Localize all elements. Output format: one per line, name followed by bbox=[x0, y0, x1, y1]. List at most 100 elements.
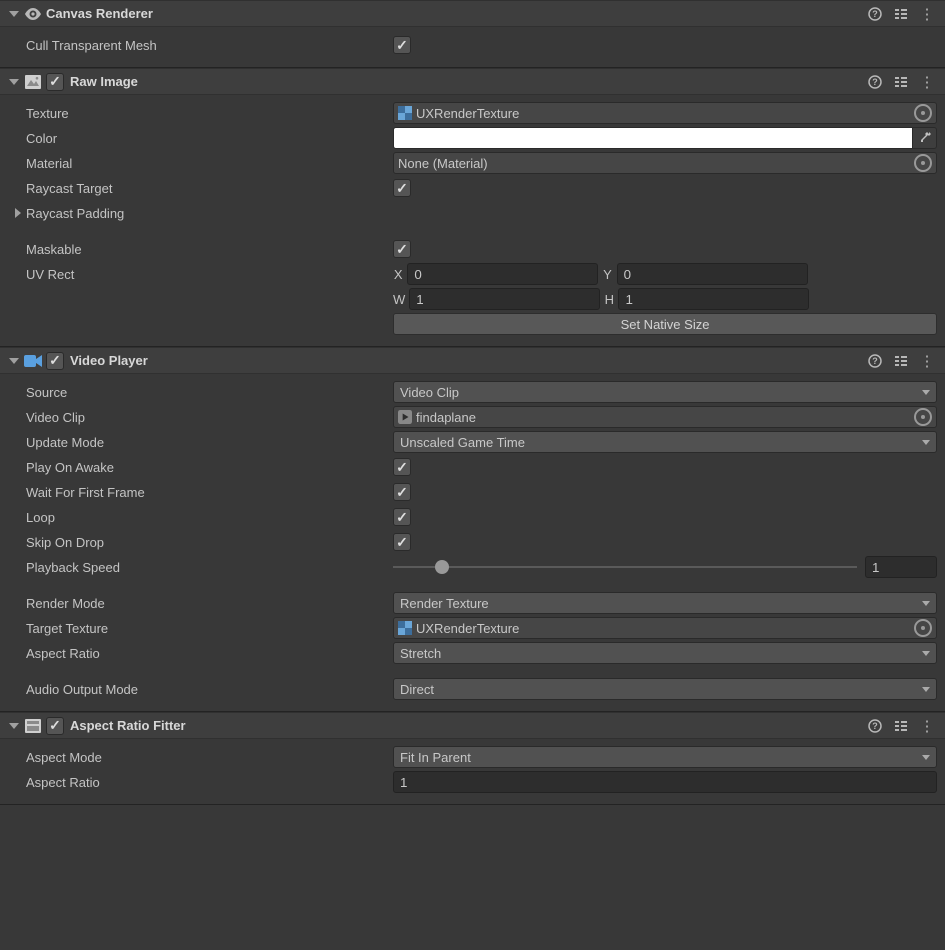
video-asset-icon bbox=[398, 410, 412, 424]
foldout-toggle[interactable] bbox=[8, 355, 19, 366]
video-icon bbox=[24, 352, 42, 370]
raycast-padding-foldout[interactable] bbox=[12, 208, 23, 219]
audio-output-mode-label: Audio Output Mode bbox=[8, 682, 393, 697]
uv-w-label: W bbox=[393, 292, 405, 307]
wait-for-first-frame-label: Wait For First Frame bbox=[8, 485, 393, 500]
source-label: Source bbox=[8, 385, 393, 400]
component-enable-checkbox[interactable] bbox=[46, 352, 64, 370]
component-raw-image: Raw Image ? ⋮ Texture UXRenderTexture Co… bbox=[0, 68, 945, 347]
help-icon[interactable]: ? bbox=[865, 351, 885, 371]
raycast-target-label: Raycast Target bbox=[8, 181, 393, 196]
vp-aspect-ratio-label: Aspect Ratio bbox=[8, 646, 393, 661]
kebab-icon[interactable]: ⋮ bbox=[917, 4, 937, 24]
component-aspect-ratio-fitter: Aspect Ratio Fitter ? ⋮ Aspect Mode Fit … bbox=[0, 712, 945, 805]
help-icon[interactable]: ? bbox=[865, 716, 885, 736]
update-mode-dropdown[interactable]: Unscaled Game Time bbox=[393, 431, 937, 453]
source-dropdown[interactable]: Video Clip bbox=[393, 381, 937, 403]
audio-output-mode-dropdown[interactable]: Direct bbox=[393, 678, 937, 700]
playback-speed-label: Playback Speed bbox=[8, 560, 393, 575]
component-title: Raw Image bbox=[70, 74, 138, 89]
component-enable-checkbox[interactable] bbox=[46, 73, 64, 91]
video-clip-field[interactable]: findaplane bbox=[393, 406, 937, 428]
component-title: Video Player bbox=[70, 353, 148, 368]
skip-on-drop-label: Skip On Drop bbox=[8, 535, 393, 550]
chevron-down-icon bbox=[922, 601, 930, 606]
foldout-toggle[interactable] bbox=[8, 8, 19, 19]
svg-text:?: ? bbox=[872, 356, 878, 366]
skip-on-drop-checkbox[interactable] bbox=[393, 533, 411, 551]
uv-y-label: Y bbox=[602, 267, 612, 282]
kebab-icon[interactable]: ⋮ bbox=[917, 351, 937, 371]
material-label: Material bbox=[8, 156, 393, 171]
playback-speed-slider[interactable] bbox=[393, 558, 857, 576]
chevron-down-icon bbox=[922, 651, 930, 656]
foldout-toggle[interactable] bbox=[8, 720, 19, 731]
maskable-checkbox[interactable] bbox=[393, 240, 411, 258]
preset-icon[interactable] bbox=[891, 4, 911, 24]
svg-text:?: ? bbox=[872, 77, 878, 87]
video-clip-value: findaplane bbox=[416, 410, 914, 425]
material-field[interactable]: None (Material) bbox=[393, 152, 937, 174]
svg-text:?: ? bbox=[872, 9, 878, 19]
object-picker-icon[interactable] bbox=[914, 619, 932, 637]
set-native-size-button[interactable]: Set Native Size bbox=[393, 313, 937, 335]
image-icon bbox=[24, 73, 42, 91]
uv-w-input[interactable] bbox=[409, 288, 600, 310]
update-mode-label: Update Mode bbox=[8, 435, 393, 450]
chevron-down-icon bbox=[922, 755, 930, 760]
component-header[interactable]: Video Player ? ⋮ bbox=[0, 347, 945, 374]
eyedropper-button[interactable] bbox=[913, 127, 937, 149]
preset-icon[interactable] bbox=[891, 351, 911, 371]
object-picker-icon[interactable] bbox=[914, 154, 932, 172]
color-swatch[interactable] bbox=[393, 127, 913, 149]
playback-speed-input[interactable] bbox=[865, 556, 937, 578]
target-texture-value: UXRenderTexture bbox=[416, 621, 914, 636]
preset-icon[interactable] bbox=[891, 72, 911, 92]
loop-checkbox[interactable] bbox=[393, 508, 411, 526]
texture-value: UXRenderTexture bbox=[416, 106, 914, 121]
component-header[interactable]: Canvas Renderer ? ⋮ bbox=[0, 0, 945, 27]
play-on-awake-label: Play On Awake bbox=[8, 460, 393, 475]
component-video-player: Video Player ? ⋮ Source Video Clip Video… bbox=[0, 347, 945, 712]
texture-label: Texture bbox=[8, 106, 393, 121]
aspect-mode-dropdown[interactable]: Fit In Parent bbox=[393, 746, 937, 768]
texture-field[interactable]: UXRenderTexture bbox=[393, 102, 937, 124]
component-enable-checkbox[interactable] bbox=[46, 717, 64, 735]
cull-transparent-mesh-checkbox[interactable] bbox=[393, 36, 411, 54]
arf-aspect-ratio-input[interactable] bbox=[393, 771, 937, 793]
kebab-icon[interactable]: ⋮ bbox=[917, 72, 937, 92]
eye-icon bbox=[24, 5, 42, 23]
foldout-toggle[interactable] bbox=[8, 76, 19, 87]
layout-icon bbox=[24, 717, 42, 735]
target-texture-field[interactable]: UXRenderTexture bbox=[393, 617, 937, 639]
uv-y-input[interactable] bbox=[617, 263, 808, 285]
object-picker-icon[interactable] bbox=[914, 408, 932, 426]
component-title: Canvas Renderer bbox=[46, 6, 153, 21]
aspect-mode-label: Aspect Mode bbox=[8, 750, 393, 765]
chevron-down-icon bbox=[922, 687, 930, 692]
wait-for-first-frame-checkbox[interactable] bbox=[393, 483, 411, 501]
uv-h-input[interactable] bbox=[618, 288, 809, 310]
uv-x-input[interactable] bbox=[407, 263, 598, 285]
render-mode-label: Render Mode bbox=[8, 596, 393, 611]
help-icon[interactable]: ? bbox=[865, 4, 885, 24]
uv-h-label: H bbox=[604, 292, 614, 307]
color-label: Color bbox=[8, 131, 393, 146]
chevron-down-icon bbox=[922, 440, 930, 445]
render-texture-icon bbox=[398, 106, 412, 120]
help-icon[interactable]: ? bbox=[865, 72, 885, 92]
object-picker-icon[interactable] bbox=[914, 104, 932, 122]
preset-icon[interactable] bbox=[891, 716, 911, 736]
component-title: Aspect Ratio Fitter bbox=[70, 718, 186, 733]
component-header[interactable]: Aspect Ratio Fitter ? ⋮ bbox=[0, 712, 945, 739]
render-mode-dropdown[interactable]: Render Texture bbox=[393, 592, 937, 614]
target-texture-label: Target Texture bbox=[8, 621, 393, 636]
component-header[interactable]: Raw Image ? ⋮ bbox=[0, 68, 945, 95]
kebab-icon[interactable]: ⋮ bbox=[917, 716, 937, 736]
play-on-awake-checkbox[interactable] bbox=[393, 458, 411, 476]
vp-aspect-ratio-dropdown[interactable]: Stretch bbox=[393, 642, 937, 664]
cull-transparent-mesh-label: Cull Transparent Mesh bbox=[8, 38, 393, 53]
arf-aspect-ratio-label: Aspect Ratio bbox=[8, 775, 393, 790]
raycast-padding-label: Raycast Padding bbox=[26, 206, 124, 221]
raycast-target-checkbox[interactable] bbox=[393, 179, 411, 197]
